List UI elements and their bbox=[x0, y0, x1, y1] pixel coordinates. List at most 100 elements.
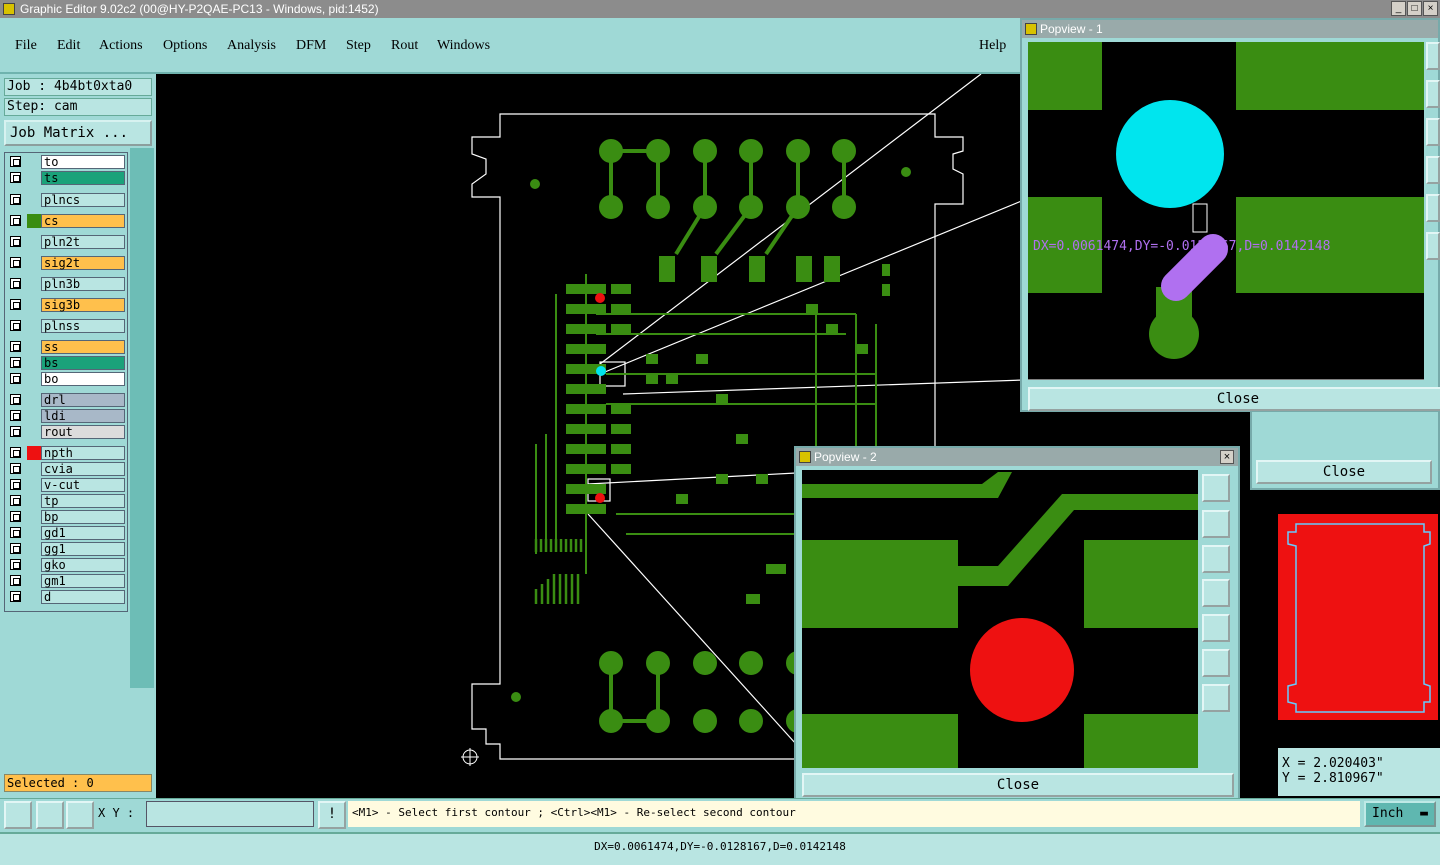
layer-row-sig3b[interactable]: sig3b bbox=[7, 298, 127, 312]
pan-right-icon[interactable] bbox=[1202, 614, 1230, 642]
layer-row-gko[interactable]: gko bbox=[7, 558, 127, 572]
layer-checkbox[interactable] bbox=[10, 511, 21, 522]
layer-row-to[interactable]: to bbox=[7, 155, 127, 169]
layer-checkbox[interactable] bbox=[10, 591, 21, 602]
layer-checkbox[interactable] bbox=[10, 410, 21, 421]
layer-checkbox[interactable] bbox=[10, 394, 21, 405]
layer-row-ts[interactable]: ts bbox=[7, 171, 127, 185]
warning-button[interactable]: ! bbox=[318, 801, 346, 829]
layer-checkbox[interactable] bbox=[10, 299, 21, 310]
zoom-in-icon[interactable] bbox=[1426, 232, 1440, 260]
menu-options[interactable]: Options bbox=[163, 38, 207, 54]
layer-name: bs bbox=[41, 356, 125, 370]
zoom-out-icon[interactable] bbox=[1202, 684, 1230, 712]
layer-checkbox[interactable] bbox=[10, 341, 21, 352]
layer-row-sig2t[interactable]: sig2t bbox=[7, 256, 127, 270]
layer-checkbox[interactable] bbox=[10, 575, 21, 586]
zoom-in-icon[interactable] bbox=[1202, 649, 1230, 677]
pan-up-icon[interactable] bbox=[1202, 510, 1230, 538]
menu-step[interactable]: Step bbox=[346, 38, 371, 54]
layer-checkbox[interactable] bbox=[10, 495, 21, 506]
layer-checkbox[interactable] bbox=[10, 320, 21, 331]
layer-row-cs[interactable]: cs bbox=[7, 214, 127, 228]
units-select[interactable]: Inch ▬ bbox=[1364, 801, 1436, 827]
layer-checkbox[interactable] bbox=[10, 278, 21, 289]
layer-row-plncs[interactable]: plncs bbox=[7, 193, 127, 207]
layer-row-npth[interactable]: npth bbox=[7, 446, 127, 460]
pan-right-icon[interactable] bbox=[1426, 194, 1440, 222]
popview-2-close-icon[interactable]: × bbox=[1220, 450, 1234, 464]
popview-2-titlebar: Popview - 2 × bbox=[796, 448, 1238, 466]
layer-checkbox[interactable] bbox=[10, 357, 21, 368]
layer-row-pln2t[interactable]: pln2t bbox=[7, 235, 127, 249]
layer-name: rout bbox=[41, 425, 125, 439]
pan-left-icon[interactable] bbox=[1426, 156, 1440, 184]
layer-checkbox[interactable] bbox=[10, 373, 21, 384]
zoom-line bbox=[622, 379, 1025, 395]
minimize-button[interactable]: _ bbox=[1391, 1, 1406, 16]
close-window-button[interactable]: × bbox=[1423, 1, 1438, 16]
zoom-fit-icon[interactable] bbox=[1426, 42, 1440, 70]
layer-row-gg1[interactable]: gg1 bbox=[7, 542, 127, 556]
menu-analysis[interactable]: Analysis bbox=[227, 38, 276, 54]
menu-dfm[interactable]: DFM bbox=[296, 38, 326, 54]
layer-name: sig2t bbox=[41, 256, 125, 270]
menu-file[interactable]: File bbox=[15, 38, 37, 54]
layer-row-ss[interactable]: ss bbox=[7, 340, 127, 354]
layer-row-drl[interactable]: drl bbox=[7, 393, 127, 407]
menu-windows[interactable]: Windows bbox=[437, 38, 490, 54]
popview-1-close-button[interactable]: Close bbox=[1028, 387, 1440, 411]
layer-checkbox[interactable] bbox=[10, 543, 21, 554]
layer-checkbox[interactable] bbox=[10, 156, 21, 167]
job-matrix-button[interactable]: Job Matrix ... bbox=[4, 120, 152, 146]
popview-2-close-button[interactable]: Close bbox=[802, 773, 1234, 797]
layer-checkbox[interactable] bbox=[10, 257, 21, 268]
layer-row-pln3b[interactable]: pln3b bbox=[7, 277, 127, 291]
layer-checkbox[interactable] bbox=[10, 236, 21, 247]
close-button[interactable]: Close bbox=[1256, 460, 1432, 484]
layer-row-tp[interactable]: tp bbox=[7, 494, 127, 508]
menu-edit[interactable]: Edit bbox=[57, 38, 80, 54]
layer-checkbox[interactable] bbox=[10, 527, 21, 538]
layer-row-gd1[interactable]: gd1 bbox=[7, 526, 127, 540]
zoom-fit-icon[interactable] bbox=[1202, 474, 1230, 502]
mini-overview[interactable] bbox=[1278, 514, 1438, 720]
layer-name: ts bbox=[41, 171, 125, 185]
layer-row-rout[interactable]: rout bbox=[7, 425, 127, 439]
layer-checkbox[interactable] bbox=[10, 463, 21, 474]
menu-actions[interactable]: Actions bbox=[99, 38, 143, 54]
xy-input[interactable] bbox=[146, 801, 314, 827]
measure-tool-icon[interactable] bbox=[36, 801, 64, 829]
maximize-button[interactable]: □ bbox=[1407, 1, 1422, 16]
layer-row-v-cut[interactable]: v-cut bbox=[7, 478, 127, 492]
layer-row-bp[interactable]: bp bbox=[7, 510, 127, 524]
layer-row-gm1[interactable]: gm1 bbox=[7, 574, 127, 588]
layer-row-bo[interactable]: bo bbox=[7, 372, 127, 386]
layer-checkbox[interactable] bbox=[10, 172, 21, 183]
layer-checkbox[interactable] bbox=[10, 426, 21, 437]
pan-down-icon[interactable] bbox=[1426, 118, 1440, 146]
select-tool-icon[interactable] bbox=[4, 801, 32, 829]
layer-row-plnss[interactable]: plnss bbox=[7, 319, 127, 333]
layer-name: drl bbox=[41, 393, 125, 407]
pan-up-icon[interactable] bbox=[1426, 80, 1440, 108]
layer-row-cvia[interactable]: cvia bbox=[7, 462, 127, 476]
layer-scrollbar[interactable] bbox=[130, 148, 154, 688]
layer-row-d[interactable]: d bbox=[7, 590, 127, 604]
popview-2-canvas[interactable] bbox=[802, 470, 1198, 768]
layer-checkbox[interactable] bbox=[10, 479, 21, 490]
layer-checkbox[interactable] bbox=[10, 447, 21, 458]
grid-tool-icon[interactable] bbox=[66, 801, 94, 829]
layer-row-bs[interactable]: bs bbox=[7, 356, 127, 370]
pan-down-icon[interactable] bbox=[1202, 545, 1230, 573]
menu-help[interactable]: Help bbox=[979, 38, 1006, 54]
pan-left-icon[interactable] bbox=[1202, 579, 1230, 607]
menu-rout[interactable]: Rout bbox=[391, 38, 418, 54]
popview-1-canvas[interactable] bbox=[1028, 42, 1424, 380]
popview-2: Popview - 2 × Close bbox=[794, 446, 1240, 800]
layer-row-ldi[interactable]: ldi bbox=[7, 409, 127, 423]
layer-checkbox[interactable] bbox=[10, 194, 21, 205]
layer-checkbox[interactable] bbox=[10, 215, 21, 226]
layer-name: d bbox=[41, 590, 125, 604]
layer-checkbox[interactable] bbox=[10, 559, 21, 570]
